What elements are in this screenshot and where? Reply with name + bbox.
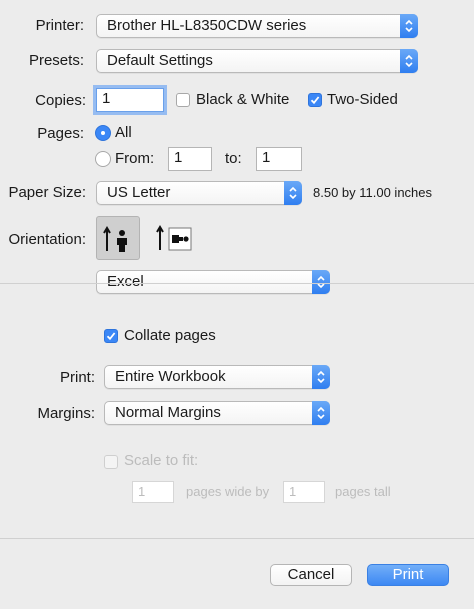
cancel-button[interactable]: Cancel xyxy=(270,564,352,586)
portrait-orientation-icon xyxy=(103,226,127,252)
printer-popup[interactable]: Brother HL-L8350CDW series xyxy=(96,14,418,38)
pages-range-radio[interactable] xyxy=(95,151,111,167)
orientation-label: Orientation: xyxy=(8,231,86,248)
pages-from-label: From: xyxy=(115,150,155,167)
up-down-chevrons-icon xyxy=(284,181,302,205)
margins-popup[interactable]: Normal Margins xyxy=(104,401,330,425)
black-white-checkbox[interactable] xyxy=(176,93,190,107)
orientation-landscape-button[interactable] xyxy=(152,216,196,260)
pages-wide-label: pages wide by xyxy=(186,484,270,499)
scale-to-fit-checkbox[interactable] xyxy=(104,455,118,469)
up-down-chevrons-icon xyxy=(312,365,330,389)
pages-tall-label: pages tall xyxy=(335,484,391,499)
orientation-portrait-button[interactable] xyxy=(96,216,140,260)
checkmark-icon xyxy=(310,96,320,105)
pages-all-radio[interactable] xyxy=(95,125,111,141)
presets-label: Presets: xyxy=(28,52,84,69)
section-popup[interactable]: Excel xyxy=(96,270,330,294)
printer-value: Brother HL-L8350CDW series xyxy=(107,17,307,34)
divider-left xyxy=(0,283,474,284)
copies-label: Copies: xyxy=(35,92,86,109)
copies-field[interactable]: 1 xyxy=(96,88,164,112)
pages-all-label: All xyxy=(115,124,132,141)
presets-value: Default Settings xyxy=(107,52,213,69)
paper-dimensions: 8.50 by 11.00 inches xyxy=(313,185,433,200)
section-value: Excel xyxy=(107,273,144,290)
margins-label: Margins: xyxy=(37,405,95,422)
pages-to-field[interactable]: 1 xyxy=(256,147,302,171)
two-sided-checkbox[interactable] xyxy=(308,93,322,107)
print-scope-label: Print: xyxy=(59,369,95,386)
printer-label: Printer: xyxy=(35,17,84,34)
collate-checkbox[interactable] xyxy=(104,329,118,343)
collate-label: Collate pages xyxy=(124,327,216,344)
up-down-chevrons-icon xyxy=(312,401,330,425)
print-button[interactable]: Print xyxy=(367,564,449,586)
presets-popup[interactable]: Default Settings xyxy=(96,49,418,73)
black-white-label: Black & White xyxy=(196,91,290,108)
up-down-chevrons-icon xyxy=(400,49,418,73)
pages-to-label: to: xyxy=(225,150,242,167)
landscape-orientation-icon xyxy=(156,225,192,251)
pages-from-field[interactable]: 1 xyxy=(168,147,212,171)
two-sided-label: Two-Sided xyxy=(327,91,398,108)
scale-to-fit-label: Scale to fit: xyxy=(124,452,199,469)
divider-bottom xyxy=(0,538,474,539)
paper-size-label: Paper Size: xyxy=(8,184,86,201)
margins-value: Normal Margins xyxy=(115,404,221,421)
paper-size-value: US Letter xyxy=(107,184,171,201)
up-down-chevrons-icon xyxy=(312,270,330,294)
pages-wide-field[interactable]: 1 xyxy=(132,481,174,503)
checkmark-icon xyxy=(106,332,116,341)
print-scope-popup[interactable]: Entire Workbook xyxy=(104,365,330,389)
paper-size-popup[interactable]: US Letter xyxy=(96,181,302,205)
pages-tall-field[interactable]: 1 xyxy=(283,481,325,503)
print-scope-value: Entire Workbook xyxy=(115,368,226,385)
up-down-chevrons-icon xyxy=(400,14,418,38)
pages-label: Pages: xyxy=(37,125,84,142)
